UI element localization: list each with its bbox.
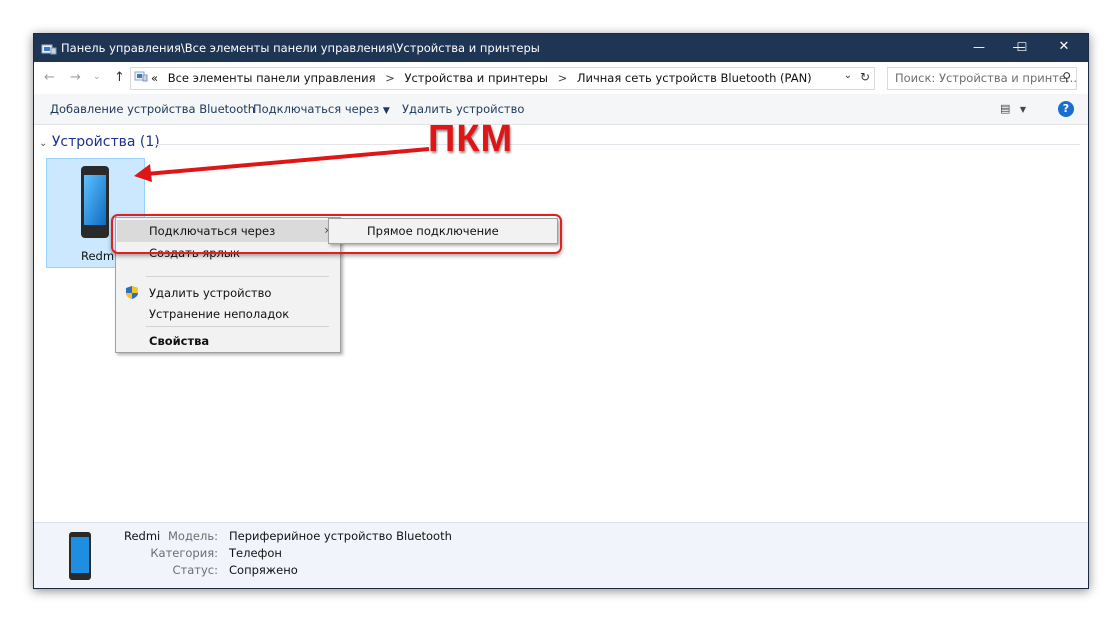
chevron-down-icon: ▼	[382, 106, 390, 116]
breadcrumb-bluetooth-pan[interactable]: Личная сеть устройств Bluetooth (PAN)	[577, 71, 812, 85]
details-value-status: Сопряжено	[229, 563, 298, 577]
details-key-model: Модель:	[168, 529, 218, 543]
control-panel-icon	[134, 70, 148, 86]
control-panel-icon	[41, 41, 57, 60]
menu-item-label: Свойства	[149, 334, 210, 348]
annotation-arrow-icon	[134, 147, 430, 182]
menu-item-label: Удалить устройство	[149, 286, 272, 300]
remove-device-button[interactable]: Удалить устройство	[402, 102, 524, 116]
up-icon[interactable]: ↑	[114, 70, 125, 85]
maximize-button[interactable]: ☐	[999, 34, 1045, 62]
search-input[interactable]: Поиск: Устройства и принте... ⚲	[887, 67, 1077, 90]
phone-icon	[68, 531, 92, 584]
window-title: Панель управления\Все элементы панели уп…	[61, 41, 540, 55]
menu-separator	[146, 276, 329, 277]
annotation-label: ПКМ	[428, 118, 514, 160]
forward-icon[interactable]: →	[70, 70, 81, 85]
back-icon[interactable]: ←	[44, 70, 55, 85]
command-bar: Добавление устройства Bluetooth Подключа…	[34, 94, 1088, 125]
breadcrumb-separator[interactable]: >	[385, 71, 395, 85]
minimize-button[interactable]: —	[956, 34, 1002, 62]
details-pane: Redmi Модель: Периферийное устройство Bl…	[34, 522, 1088, 588]
menu-item-label: Устранение неполадок	[149, 307, 290, 321]
menu-item-properties[interactable]: Свойства	[117, 330, 339, 352]
annotation-highlight-box	[111, 214, 562, 254]
title-bar: Панель управления\Все элементы панели уп…	[34, 34, 1088, 62]
connect-via-label: Подключаться через	[253, 102, 380, 116]
search-placeholder: Поиск: Устройства и принте...	[895, 71, 1077, 85]
address-bar: ← → ⌄ ↑ « Все элементы панели управления…	[34, 62, 1088, 94]
menu-item-troubleshoot[interactable]: Устранение неполадок	[117, 303, 339, 325]
details-value-category: Телефон	[229, 546, 282, 560]
breadcrumb-devices-printers[interactable]: Устройства и принтеры	[404, 71, 547, 85]
menu-item-remove-device[interactable]: Удалить устройство	[117, 282, 339, 304]
recent-icon[interactable]: ⌄	[93, 72, 101, 82]
refresh-icon[interactable]: ↻	[860, 70, 870, 84]
dropdown-icon[interactable]: ⌄	[844, 70, 852, 81]
menu-separator	[146, 326, 329, 327]
add-bluetooth-button[interactable]: Добавление устройства Bluetooth	[50, 102, 255, 116]
devices-and-printers-window: Панель управления\Все элементы панели уп…	[33, 33, 1089, 589]
view-options-button[interactable]: ▤ ▼	[1000, 102, 1026, 115]
breadcrumb-overflow[interactable]: «	[151, 71, 158, 85]
details-key-status: Статус:	[172, 563, 218, 577]
details-key-category: Категория:	[150, 546, 218, 560]
help-icon[interactable]: ?	[1058, 101, 1074, 117]
breadcrumb-separator[interactable]: >	[558, 71, 568, 85]
chevron-down-icon: ⌄	[39, 138, 48, 149]
search-icon[interactable]: ⚲	[1062, 70, 1071, 84]
uac-shield-icon	[125, 285, 139, 303]
address-field[interactable]: « Все элементы панели управления > Устро…	[130, 67, 875, 90]
chevron-down-icon: ▼	[1019, 105, 1027, 114]
details-value-model: Периферийное устройство Bluetooth	[229, 529, 452, 543]
connect-via-button[interactable]: Подключаться через ▼	[253, 102, 390, 116]
phone-icon	[77, 165, 113, 243]
breadcrumb-all-items[interactable]: Все элементы панели управления	[168, 71, 376, 85]
close-button[interactable]: ✕	[1041, 34, 1087, 62]
